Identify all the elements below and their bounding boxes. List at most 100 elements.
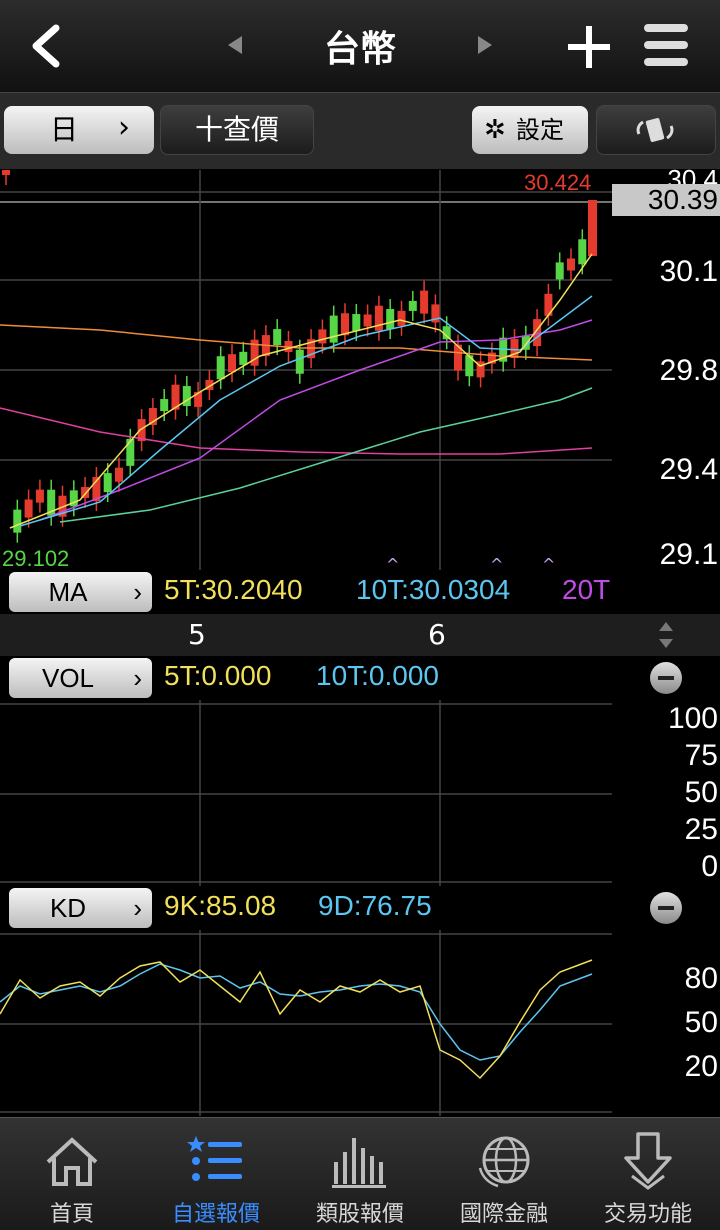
ma5-value: 5T:30.2040	[164, 574, 303, 605]
d-value: 9D:76.75	[318, 890, 432, 921]
tab-label: 國際金融	[459, 1202, 548, 1227]
candle-body	[103, 473, 112, 493]
prev-icon[interactable]	[226, 34, 244, 56]
axis-label: 29.4	[659, 453, 718, 486]
crosshair-query-button[interactable]: 十查價	[160, 105, 314, 155]
settings-label: 設定	[516, 116, 564, 144]
candle-body	[239, 351, 248, 365]
back-icon[interactable]	[26, 24, 66, 68]
collapse-vol-icon[interactable]	[650, 662, 682, 694]
axis-label: 50	[684, 1006, 718, 1039]
kd-chart-panel[interactable]: 80 50 20	[0, 930, 720, 1116]
candle-body	[2, 170, 10, 175]
tab-label: 類股報價	[315, 1202, 404, 1227]
candle-body	[578, 239, 587, 265]
candle-body	[386, 309, 395, 330]
candle-body	[318, 329, 327, 344]
kd-chart[interactable]	[0, 930, 612, 1116]
ma-button-label: MA	[48, 577, 88, 607]
candle-body	[374, 305, 383, 331]
candle-body	[329, 315, 338, 343]
candle-body	[160, 399, 169, 412]
tab-international[interactable]: 國際金融	[432, 1118, 576, 1230]
axis-label: 30.1	[659, 255, 718, 288]
k-line	[0, 959, 593, 1080]
axis-label: 100	[667, 702, 718, 735]
candle-body	[228, 354, 236, 373]
volume-chart-panel: 100 75 50 25 0	[0, 700, 720, 886]
vol-indicator-bar: VOL › 5T:0.000 10T:0.000	[0, 656, 720, 700]
kd-button-label: KD	[49, 893, 87, 923]
menu-icon[interactable]	[642, 22, 690, 68]
axis-label: 0	[701, 850, 718, 883]
tab-label: 自選報價	[171, 1202, 260, 1227]
candlestick-chart[interactable]: ^ ^ ^	[0, 170, 612, 570]
axis-label: 25	[684, 813, 718, 846]
bar-chart-icon	[332, 1138, 386, 1188]
axis-label: 75	[684, 739, 718, 772]
k-value: 9K:85.08	[164, 890, 277, 921]
globe-icon	[478, 1136, 530, 1188]
event-marker-icon: ^	[490, 555, 503, 570]
ma10-value: 10T:30.0304	[356, 574, 511, 605]
vol-button-label: VOL	[41, 663, 95, 693]
tab-watchlist[interactable]: 自選報價	[144, 1118, 288, 1230]
candle-body	[588, 200, 597, 256]
rotate-icon	[636, 118, 674, 142]
chevron-right-icon: ›	[133, 893, 142, 923]
candle-body	[397, 310, 406, 326]
tab-home[interactable]: 首頁	[0, 1118, 144, 1230]
add-icon[interactable]	[566, 24, 612, 70]
candle-body	[273, 329, 282, 346]
d-line	[0, 963, 593, 1061]
resize-handle-icon[interactable]	[656, 620, 676, 650]
axis-label: 50	[684, 776, 718, 809]
candle-body	[420, 290, 429, 314]
event-marker-icon: ^	[542, 555, 555, 570]
candle-body	[126, 438, 135, 466]
low-price-label: 29.102	[2, 546, 70, 571]
date-label: 6	[428, 618, 446, 651]
ma-selector-button[interactable]: MA ›	[9, 572, 152, 612]
candle-body	[408, 300, 417, 311]
candle-body	[555, 262, 564, 280]
ma-indicator-bar: MA › 5T:30.2040 10T:30.0304 20T	[0, 570, 720, 614]
tab-sector-quotes[interactable]: 類股報價	[288, 1118, 432, 1230]
axis-label: 80	[684, 962, 718, 995]
settings-button[interactable]: ✲ 設定	[472, 106, 588, 154]
candle-body	[295, 349, 304, 374]
candle-body	[13, 509, 22, 533]
high-price-label: 30.424	[524, 170, 592, 195]
tab-label: 交易功能	[603, 1202, 692, 1227]
page-title: 台幣	[323, 29, 396, 70]
price-chart-panel[interactable]: ^ ^ ^ 30.424 29.102 30.4 30.1 29.8 29.4 29…	[0, 164, 720, 571]
vol-selector-button[interactable]: VOL ›	[9, 658, 152, 698]
ma120-line	[0, 407, 593, 455]
home-icon	[46, 1137, 98, 1186]
tab-label: 首頁	[49, 1202, 94, 1227]
date-axis: 5 6	[0, 614, 720, 656]
bottom-tab-bar: 首頁 自選報價 類股報價 國際金融 交易功能	[0, 1117, 720, 1230]
period-selector-button[interactable]: 日 ›	[4, 106, 154, 154]
candle-body	[24, 499, 33, 518]
chart-toolbar: 日 › 十查價 ✲ 設定	[0, 93, 720, 169]
next-icon[interactable]	[476, 34, 494, 56]
arrow-down-icon	[624, 1132, 672, 1190]
axis-label: 29.1	[659, 538, 718, 571]
tab-trading[interactable]: 交易功能	[576, 1118, 720, 1230]
candle-body	[115, 467, 123, 482]
price-axis: 30.4 30.1 29.8 29.4 29.1	[612, 164, 720, 571]
vol5-value: 5T:0.000	[164, 660, 272, 691]
rotate-screen-button[interactable]	[596, 105, 716, 155]
current-price-tag: 30.39	[612, 184, 720, 216]
collapse-kd-icon[interactable]	[650, 892, 682, 924]
date-label: 5	[188, 618, 206, 651]
candle-body	[567, 258, 575, 271]
chevron-right-icon: ›	[133, 577, 142, 607]
kd-selector-button[interactable]: KD ›	[9, 888, 152, 928]
vol10-value: 10T:0.000	[316, 660, 439, 691]
candle-body	[363, 314, 372, 327]
chevron-right-icon: ›	[118, 110, 130, 145]
kd-indicator-bar: KD › 9K:85.08 9D:76.75	[0, 886, 720, 930]
candle-body	[216, 356, 225, 380]
